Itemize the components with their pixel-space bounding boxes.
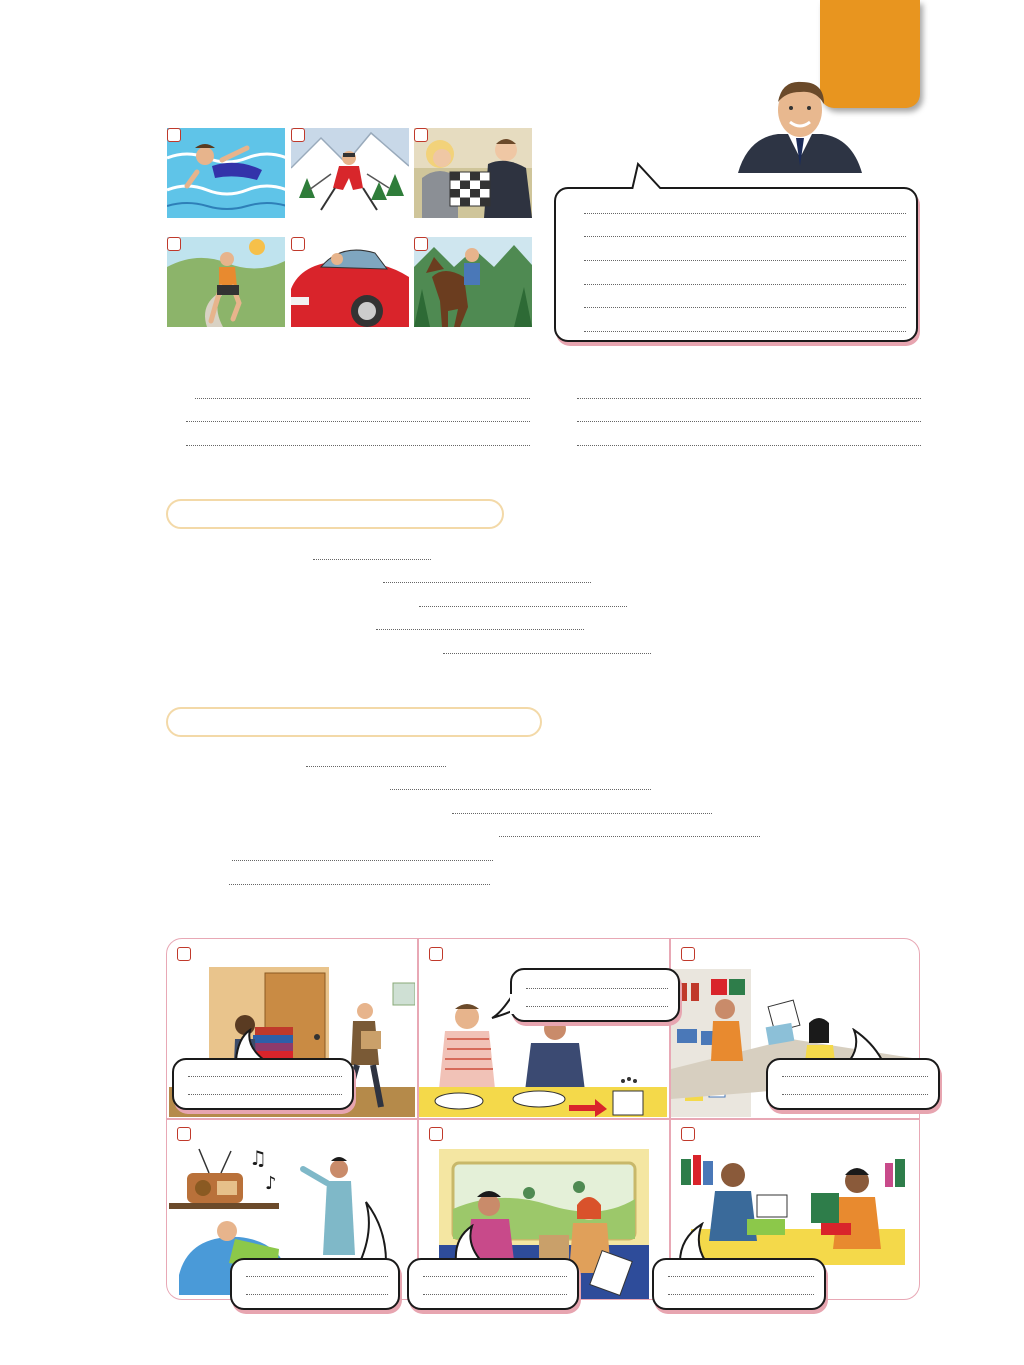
man-in-suit-portrait xyxy=(738,81,862,173)
gap-line[interactable] xyxy=(313,559,431,560)
car-picture xyxy=(291,237,409,327)
speech-bubble-tail xyxy=(849,1028,883,1062)
gap-line[interactable] xyxy=(443,653,651,654)
gap-line[interactable] xyxy=(306,766,446,767)
gap-line[interactable] xyxy=(232,860,493,861)
speech-bubble-tail xyxy=(359,1201,387,1264)
speaker-speech-bubble xyxy=(554,187,918,342)
scene-checkbox[interactable] xyxy=(429,947,443,961)
speech-bubble-tail xyxy=(491,994,516,1019)
answer-line[interactable] xyxy=(188,1094,342,1095)
skiing-icon xyxy=(291,128,409,218)
answer-line[interactable] xyxy=(577,445,921,446)
svg-text:♫: ♫ xyxy=(249,1146,267,1170)
answer-line[interactable] xyxy=(577,421,921,422)
gap-line[interactable] xyxy=(499,836,760,837)
gap-line[interactable] xyxy=(383,582,591,583)
answer-line[interactable] xyxy=(526,988,668,989)
scene-checkbox[interactable] xyxy=(681,1127,695,1141)
answer-line[interactable] xyxy=(584,213,906,214)
answer-line[interactable] xyxy=(246,1276,388,1277)
scene-speech-bubble xyxy=(510,968,680,1022)
scene-checkbox[interactable] xyxy=(681,947,695,961)
answer-line[interactable] xyxy=(584,331,906,332)
svg-text:♪: ♪ xyxy=(265,1173,277,1194)
gap-line[interactable] xyxy=(229,884,490,885)
answer-line[interactable] xyxy=(668,1294,814,1295)
speech-bubble-tail xyxy=(235,1028,265,1062)
answer-line[interactable] xyxy=(195,398,530,399)
section-heading-box xyxy=(166,499,504,529)
answer-line[interactable] xyxy=(782,1076,928,1077)
scene-checkbox[interactable] xyxy=(177,947,191,961)
chess-picture xyxy=(414,128,532,218)
answer-line[interactable] xyxy=(186,445,530,446)
answer-line[interactable] xyxy=(584,284,906,285)
scene-checkbox[interactable] xyxy=(429,1127,443,1141)
answer-line[interactable] xyxy=(668,1276,814,1277)
answer-line[interactable] xyxy=(584,307,906,308)
scene-checkbox[interactable] xyxy=(177,1127,191,1141)
skiing-checkbox[interactable] xyxy=(291,128,305,142)
answer-line[interactable] xyxy=(584,260,906,261)
horse-riding-checkbox[interactable] xyxy=(414,237,428,251)
horse-riding-icon xyxy=(414,237,532,327)
scene-speech-bubble xyxy=(652,1258,826,1310)
swimming-icon xyxy=(167,128,285,218)
section-heading-box xyxy=(166,707,542,737)
car-icon xyxy=(291,237,409,327)
speaker-portrait xyxy=(738,78,862,173)
scene-speech-bubble xyxy=(172,1058,354,1110)
scene-speech-bubble xyxy=(230,1258,400,1310)
car-checkbox[interactable] xyxy=(291,237,305,251)
skiing-picture xyxy=(291,128,409,218)
speech-bubble-tail xyxy=(631,162,663,192)
answer-line[interactable] xyxy=(577,398,921,399)
answer-line[interactable] xyxy=(782,1094,928,1095)
answer-line[interactable] xyxy=(526,1006,668,1007)
gap-line[interactable] xyxy=(452,813,712,814)
gap-line[interactable] xyxy=(419,606,627,607)
horse-riding-picture xyxy=(414,237,532,327)
chess-icon xyxy=(414,128,532,218)
running-picture xyxy=(167,237,285,327)
answer-line[interactable] xyxy=(188,1076,342,1077)
answer-line[interactable] xyxy=(186,421,530,422)
running-icon xyxy=(167,237,285,327)
answer-line[interactable] xyxy=(584,236,906,237)
gap-line[interactable] xyxy=(376,629,584,630)
grid-divider xyxy=(167,1118,919,1120)
gap-line[interactable] xyxy=(390,789,651,790)
answer-line[interactable] xyxy=(246,1294,388,1295)
answer-line[interactable] xyxy=(423,1276,567,1277)
running-checkbox[interactable] xyxy=(167,237,181,251)
scene-speech-bubble xyxy=(407,1258,579,1310)
swimming-checkbox[interactable] xyxy=(167,128,181,142)
answer-line[interactable] xyxy=(423,1294,567,1295)
chess-checkbox[interactable] xyxy=(414,128,428,142)
swimming-picture xyxy=(167,128,285,218)
scene-speech-bubble xyxy=(766,1058,940,1110)
